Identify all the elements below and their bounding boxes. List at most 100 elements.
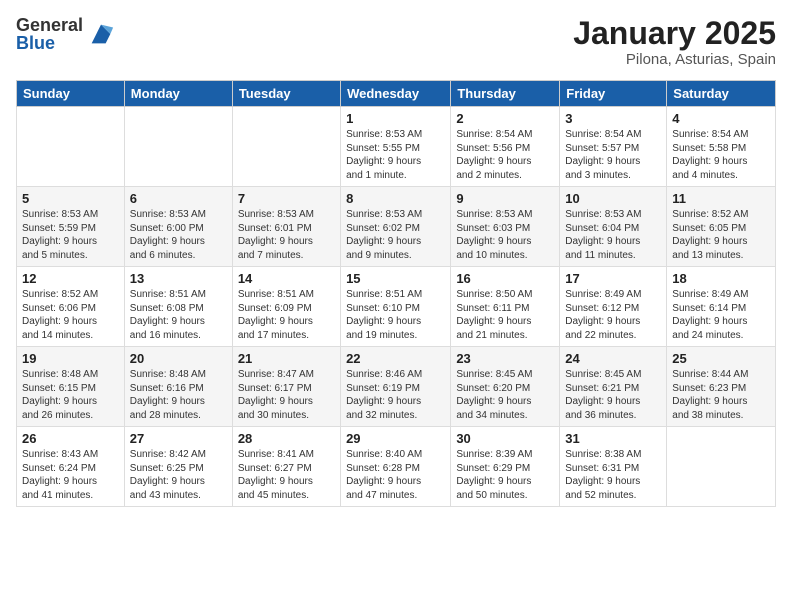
cell-w4-d7: 25 Sunrise: 8:44 AM Sunset: 6:23 PM Dayli… xyxy=(667,347,776,427)
cell-detail: Sunrise: 8:43 AM Sunset: 6:24 PM Dayligh… xyxy=(22,448,119,502)
day-number: 27 xyxy=(130,431,227,446)
day-number: 17 xyxy=(565,271,661,286)
day-number: 19 xyxy=(22,351,119,366)
cell-w3-d5: 16 Sunrise: 8:50 AM Sunset: 6:11 PM Dayli… xyxy=(451,267,560,347)
calendar-header: Sunday Monday Tuesday Wednesday Thursday… xyxy=(17,81,776,107)
cell-w1-d5: 2 Sunrise: 8:54 AM Sunset: 5:56 PM Daylig… xyxy=(451,107,560,187)
day-number: 14 xyxy=(238,271,335,286)
day-number: 24 xyxy=(565,351,661,366)
cell-detail: Sunrise: 8:48 AM Sunset: 6:16 PM Dayligh… xyxy=(130,368,227,422)
cell-detail: Sunrise: 8:53 AM Sunset: 6:01 PM Dayligh… xyxy=(238,208,335,262)
cell-w2-d5: 9 Sunrise: 8:53 AM Sunset: 6:03 PM Daylig… xyxy=(451,187,560,267)
logo: General Blue xyxy=(16,16,115,52)
day-number: 4 xyxy=(672,111,770,126)
cell-w3-d3: 14 Sunrise: 8:51 AM Sunset: 6:09 PM Dayli… xyxy=(232,267,340,347)
day-number: 29 xyxy=(346,431,445,446)
cell-detail: Sunrise: 8:45 AM Sunset: 6:21 PM Dayligh… xyxy=(565,368,661,422)
day-number: 5 xyxy=(22,191,119,206)
cell-detail: Sunrise: 8:51 AM Sunset: 6:09 PM Dayligh… xyxy=(238,288,335,342)
cell-detail: Sunrise: 8:41 AM Sunset: 6:27 PM Dayligh… xyxy=(238,448,335,502)
cell-detail: Sunrise: 8:38 AM Sunset: 6:31 PM Dayligh… xyxy=(565,448,661,502)
header-thursday: Thursday xyxy=(451,81,560,107)
cell-w5-d7 xyxy=(667,427,776,507)
location: Pilona, Asturias, Spain xyxy=(573,51,776,68)
week-row-1: 1 Sunrise: 8:53 AM Sunset: 5:55 PM Daylig… xyxy=(17,107,776,187)
cell-detail: Sunrise: 8:42 AM Sunset: 6:25 PM Dayligh… xyxy=(130,448,227,502)
day-number: 30 xyxy=(456,431,554,446)
day-number: 31 xyxy=(565,431,661,446)
day-number: 16 xyxy=(456,271,554,286)
title-block: January 2025 Pilona, Asturias, Spain xyxy=(573,16,776,68)
cell-detail: Sunrise: 8:54 AM Sunset: 5:56 PM Dayligh… xyxy=(456,128,554,182)
cell-w5-d5: 30 Sunrise: 8:39 AM Sunset: 6:29 PM Dayli… xyxy=(451,427,560,507)
cell-detail: Sunrise: 8:50 AM Sunset: 6:11 PM Dayligh… xyxy=(456,288,554,342)
cell-w1-d3 xyxy=(232,107,340,187)
header-sunday: Sunday xyxy=(17,81,125,107)
cell-w2-d3: 7 Sunrise: 8:53 AM Sunset: 6:01 PM Daylig… xyxy=(232,187,340,267)
cell-detail: Sunrise: 8:47 AM Sunset: 6:17 PM Dayligh… xyxy=(238,368,335,422)
day-number: 6 xyxy=(130,191,227,206)
cell-w5-d3: 28 Sunrise: 8:41 AM Sunset: 6:27 PM Dayli… xyxy=(232,427,340,507)
day-number: 28 xyxy=(238,431,335,446)
header-wednesday: Wednesday xyxy=(341,81,451,107)
header-monday: Monday xyxy=(124,81,232,107)
day-number: 1 xyxy=(346,111,445,126)
logo-text: General Blue xyxy=(16,16,83,52)
cell-detail: Sunrise: 8:53 AM Sunset: 6:00 PM Dayligh… xyxy=(130,208,227,262)
cell-detail: Sunrise: 8:49 AM Sunset: 6:14 PM Dayligh… xyxy=(672,288,770,342)
cell-w2-d6: 10Sunrise: 8:53 AM Sunset: 6:04 PM Dayli… xyxy=(560,187,667,267)
cell-detail: Sunrise: 8:53 AM Sunset: 5:55 PM Dayligh… xyxy=(346,128,445,182)
cell-detail: Sunrise: 8:54 AM Sunset: 5:57 PM Dayligh… xyxy=(565,128,661,182)
cell-w5-d6: 31 Sunrise: 8:38 AM Sunset: 6:31 PM Dayli… xyxy=(560,427,667,507)
cell-w3-d4: 15Sunrise: 8:51 AM Sunset: 6:10 PM Dayli… xyxy=(341,267,451,347)
cell-detail: Sunrise: 8:52 AM Sunset: 6:06 PM Dayligh… xyxy=(22,288,119,342)
day-number: 20 xyxy=(130,351,227,366)
cell-w1-d4: 1 Sunrise: 8:53 AM Sunset: 5:55 PM Daylig… xyxy=(341,107,451,187)
calendar-table: Sunday Monday Tuesday Wednesday Thursday… xyxy=(16,80,776,507)
logo-general: General xyxy=(16,16,83,34)
week-row-3: 12Sunrise: 8:52 AM Sunset: 6:06 PM Dayli… xyxy=(17,267,776,347)
day-number: 2 xyxy=(456,111,554,126)
logo-icon xyxy=(87,20,115,48)
cell-w4-d3: 21 Sunrise: 8:47 AM Sunset: 6:17 PM Dayli… xyxy=(232,347,340,427)
day-number: 25 xyxy=(672,351,770,366)
cell-detail: Sunrise: 8:53 AM Sunset: 6:03 PM Dayligh… xyxy=(456,208,554,262)
cell-w3-d1: 12Sunrise: 8:52 AM Sunset: 6:06 PM Dayli… xyxy=(17,267,125,347)
cell-w4-d4: 22 Sunrise: 8:46 AM Sunset: 6:19 PM Dayli… xyxy=(341,347,451,427)
header-row: Sunday Monday Tuesday Wednesday Thursday… xyxy=(17,81,776,107)
cell-detail: Sunrise: 8:54 AM Sunset: 5:58 PM Dayligh… xyxy=(672,128,770,182)
day-number: 3 xyxy=(565,111,661,126)
cell-w3-d6: 17Sunrise: 8:49 AM Sunset: 6:12 PM Dayli… xyxy=(560,267,667,347)
header-tuesday: Tuesday xyxy=(232,81,340,107)
header-saturday: Saturday xyxy=(667,81,776,107)
cell-w1-d2 xyxy=(124,107,232,187)
week-row-2: 5 Sunrise: 8:53 AM Sunset: 5:59 PM Daylig… xyxy=(17,187,776,267)
cell-detail: Sunrise: 8:52 AM Sunset: 6:05 PM Dayligh… xyxy=(672,208,770,262)
day-number: 9 xyxy=(456,191,554,206)
day-number: 22 xyxy=(346,351,445,366)
day-number: 7 xyxy=(238,191,335,206)
cell-detail: Sunrise: 8:51 AM Sunset: 6:08 PM Dayligh… xyxy=(130,288,227,342)
cell-w4-d5: 23 Sunrise: 8:45 AM Sunset: 6:20 PM Dayli… xyxy=(451,347,560,427)
day-number: 23 xyxy=(456,351,554,366)
cell-w2-d2: 6 Sunrise: 8:53 AM Sunset: 6:00 PM Daylig… xyxy=(124,187,232,267)
day-number: 21 xyxy=(238,351,335,366)
cell-w2-d1: 5 Sunrise: 8:53 AM Sunset: 5:59 PM Daylig… xyxy=(17,187,125,267)
cell-detail: Sunrise: 8:46 AM Sunset: 6:19 PM Dayligh… xyxy=(346,368,445,422)
cell-detail: Sunrise: 8:53 AM Sunset: 6:02 PM Dayligh… xyxy=(346,208,445,262)
cell-detail: Sunrise: 8:40 AM Sunset: 6:28 PM Dayligh… xyxy=(346,448,445,502)
cell-w1-d6: 3 Sunrise: 8:54 AM Sunset: 5:57 PM Daylig… xyxy=(560,107,667,187)
cell-w2-d7: 11 Sunrise: 8:52 AM Sunset: 6:05 PM Dayli… xyxy=(667,187,776,267)
day-number: 11 xyxy=(672,191,770,206)
month-title: January 2025 xyxy=(573,16,776,51)
cell-detail: Sunrise: 8:45 AM Sunset: 6:20 PM Dayligh… xyxy=(456,368,554,422)
cell-detail: Sunrise: 8:53 AM Sunset: 5:59 PM Dayligh… xyxy=(22,208,119,262)
logo-blue: Blue xyxy=(16,34,83,52)
cell-w4-d1: 19 Sunrise: 8:48 AM Sunset: 6:15 PM Dayli… xyxy=(17,347,125,427)
calendar-body: 1 Sunrise: 8:53 AM Sunset: 5:55 PM Daylig… xyxy=(17,107,776,507)
cell-detail: Sunrise: 8:48 AM Sunset: 6:15 PM Dayligh… xyxy=(22,368,119,422)
day-number: 10 xyxy=(565,191,661,206)
cell-detail: Sunrise: 8:44 AM Sunset: 6:23 PM Dayligh… xyxy=(672,368,770,422)
cell-w3-d7: 18Sunrise: 8:49 AM Sunset: 6:14 PM Dayli… xyxy=(667,267,776,347)
cell-detail: Sunrise: 8:39 AM Sunset: 6:29 PM Dayligh… xyxy=(456,448,554,502)
